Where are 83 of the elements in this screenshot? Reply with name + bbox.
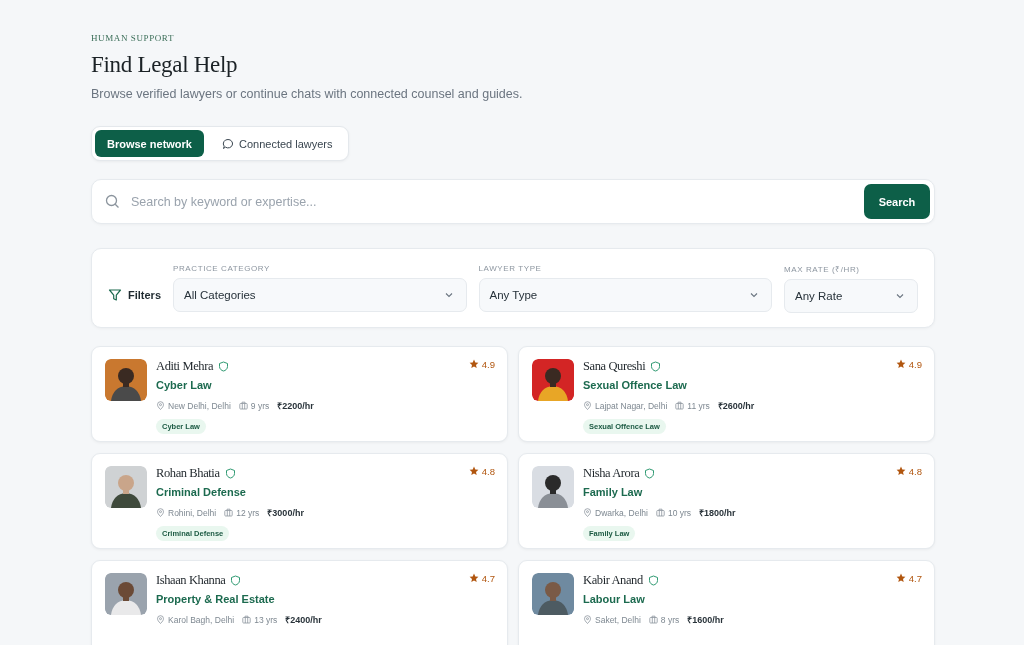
briefcase-icon: [675, 401, 685, 410]
dropdown[interactable]: Any Type: [478, 278, 772, 312]
filters-label: Filters: [128, 289, 161, 301]
location-pin-icon: [156, 401, 165, 410]
location-pin-icon: [156, 508, 165, 517]
chevron-down-icon: [443, 290, 454, 300]
hourly-rate: ₹2200/hr: [277, 400, 314, 412]
location: New Delhi, Delhi: [168, 400, 231, 411]
experience: 8 yrs: [660, 614, 680, 625]
location: Saket, Delhi: [595, 614, 641, 625]
briefcase-icon: [242, 615, 252, 624]
tab[interactable]: Browse network: [95, 130, 204, 157]
rating: 4.8: [908, 466, 922, 477]
lawyer-name: Nisha Arora: [583, 466, 640, 481]
specialty: Criminal Defense: [156, 486, 247, 498]
search-field[interactable]: Search by keyword or expertise...: [129, 185, 855, 218]
experience: 10 yrs: [667, 507, 692, 518]
experience: 12 yrs: [236, 507, 260, 518]
location-pin-icon: [156, 615, 165, 624]
search-icon: [105, 194, 120, 209]
briefcase-icon: [238, 401, 248, 410]
filter-label: PRACTICE CATEGORY: [173, 264, 272, 273]
briefcase-icon: [655, 508, 665, 517]
star-icon: [468, 573, 479, 583]
filter-label: MAX RATE (₹/HR): [784, 264, 861, 274]
rating: 4.8: [481, 466, 495, 477]
filter-icon: [108, 288, 122, 302]
lawyer-card[interactable]: Ishaan Khanna Property & Real Estate Karol Bagh, Delhi 13 yrs ₹2400/hr 4.7: [91, 560, 508, 645]
hourly-rate: ₹1600/hr: [687, 614, 724, 626]
search-button[interactable]: Search: [864, 184, 930, 219]
lawyer-name: Kabir Anand: [583, 573, 643, 588]
lawyer-card[interactable]: Kabir Anand Labour Law Saket, Delhi 8 yrs ₹1600/hr 4.7: [518, 560, 935, 645]
hourly-rate: ₹2400/hr: [285, 614, 322, 626]
rating: 4.9: [481, 359, 495, 370]
chat-icon: [221, 137, 234, 150]
location-pin-icon: [583, 508, 592, 517]
dropdown[interactable]: Any Rate: [784, 279, 918, 313]
shield-icon: [644, 468, 656, 479]
section-eyebrow: HUMAN SUPPORT: [91, 33, 176, 43]
shield-icon: [230, 575, 242, 586]
specialty: Labour Law: [583, 593, 646, 605]
location-pin-icon: [583, 401, 592, 410]
location: Karol Bagh, Delhi: [168, 614, 235, 625]
star-icon: [895, 466, 906, 476]
tab[interactable]: Connected lawyers: [209, 130, 345, 157]
hourly-rate: ₹2600/hr: [717, 400, 755, 412]
location-pin-icon: [583, 615, 592, 624]
star-icon: [468, 466, 479, 476]
star-icon: [895, 573, 906, 583]
rating: 4.7: [481, 573, 495, 584]
chevron-down-icon: [895, 291, 905, 301]
specialty: Sexual Offence Law: [583, 379, 688, 391]
page-subtitle: Browse verified lawyers or continue chats with connected counsel and guides.: [91, 87, 524, 101]
specialty: Property & Real Estate: [156, 593, 276, 605]
shield-icon: [647, 575, 659, 586]
shield-icon: [218, 361, 230, 372]
location: Dwarka, Delhi: [595, 507, 648, 518]
briefcase-icon: [648, 615, 658, 624]
location: Lajpat Nagar, Delhi: [595, 400, 668, 411]
shield-icon: [224, 468, 236, 479]
location: Rohini, Delhi: [168, 507, 217, 518]
specialty: Family Law: [583, 486, 644, 498]
experience: 13 yrs: [254, 614, 278, 625]
shield-icon: [650, 361, 662, 372]
specialty: Cyber Law: [156, 379, 213, 391]
lawyer-name: Aditi Mehra: [156, 359, 214, 374]
page-title: Find Legal Help: [91, 52, 239, 78]
lawyer-name: Rohan Bhatia: [156, 466, 220, 481]
star-icon: [468, 359, 479, 369]
search-bar[interactable]: Search by keyword or expertise... Search: [91, 179, 935, 224]
lawyer-name: Ishaan Khanna: [156, 573, 226, 588]
rating: 4.9: [908, 359, 922, 370]
filter-label: LAWYER TYPE: [478, 264, 543, 273]
dropdown[interactable]: All Categories: [173, 278, 467, 312]
hourly-rate: ₹3000/hr: [267, 507, 304, 519]
hourly-rate: ₹1800/hr: [699, 507, 736, 519]
experience: 9 yrs: [250, 400, 270, 411]
rating: 4.7: [908, 573, 922, 584]
lawyer-name: Sana Qureshi: [583, 359, 646, 374]
star-icon: [895, 359, 906, 369]
chevron-down-icon: [749, 290, 759, 300]
briefcase-icon: [224, 508, 234, 517]
experience: 11 yrs: [687, 400, 710, 411]
